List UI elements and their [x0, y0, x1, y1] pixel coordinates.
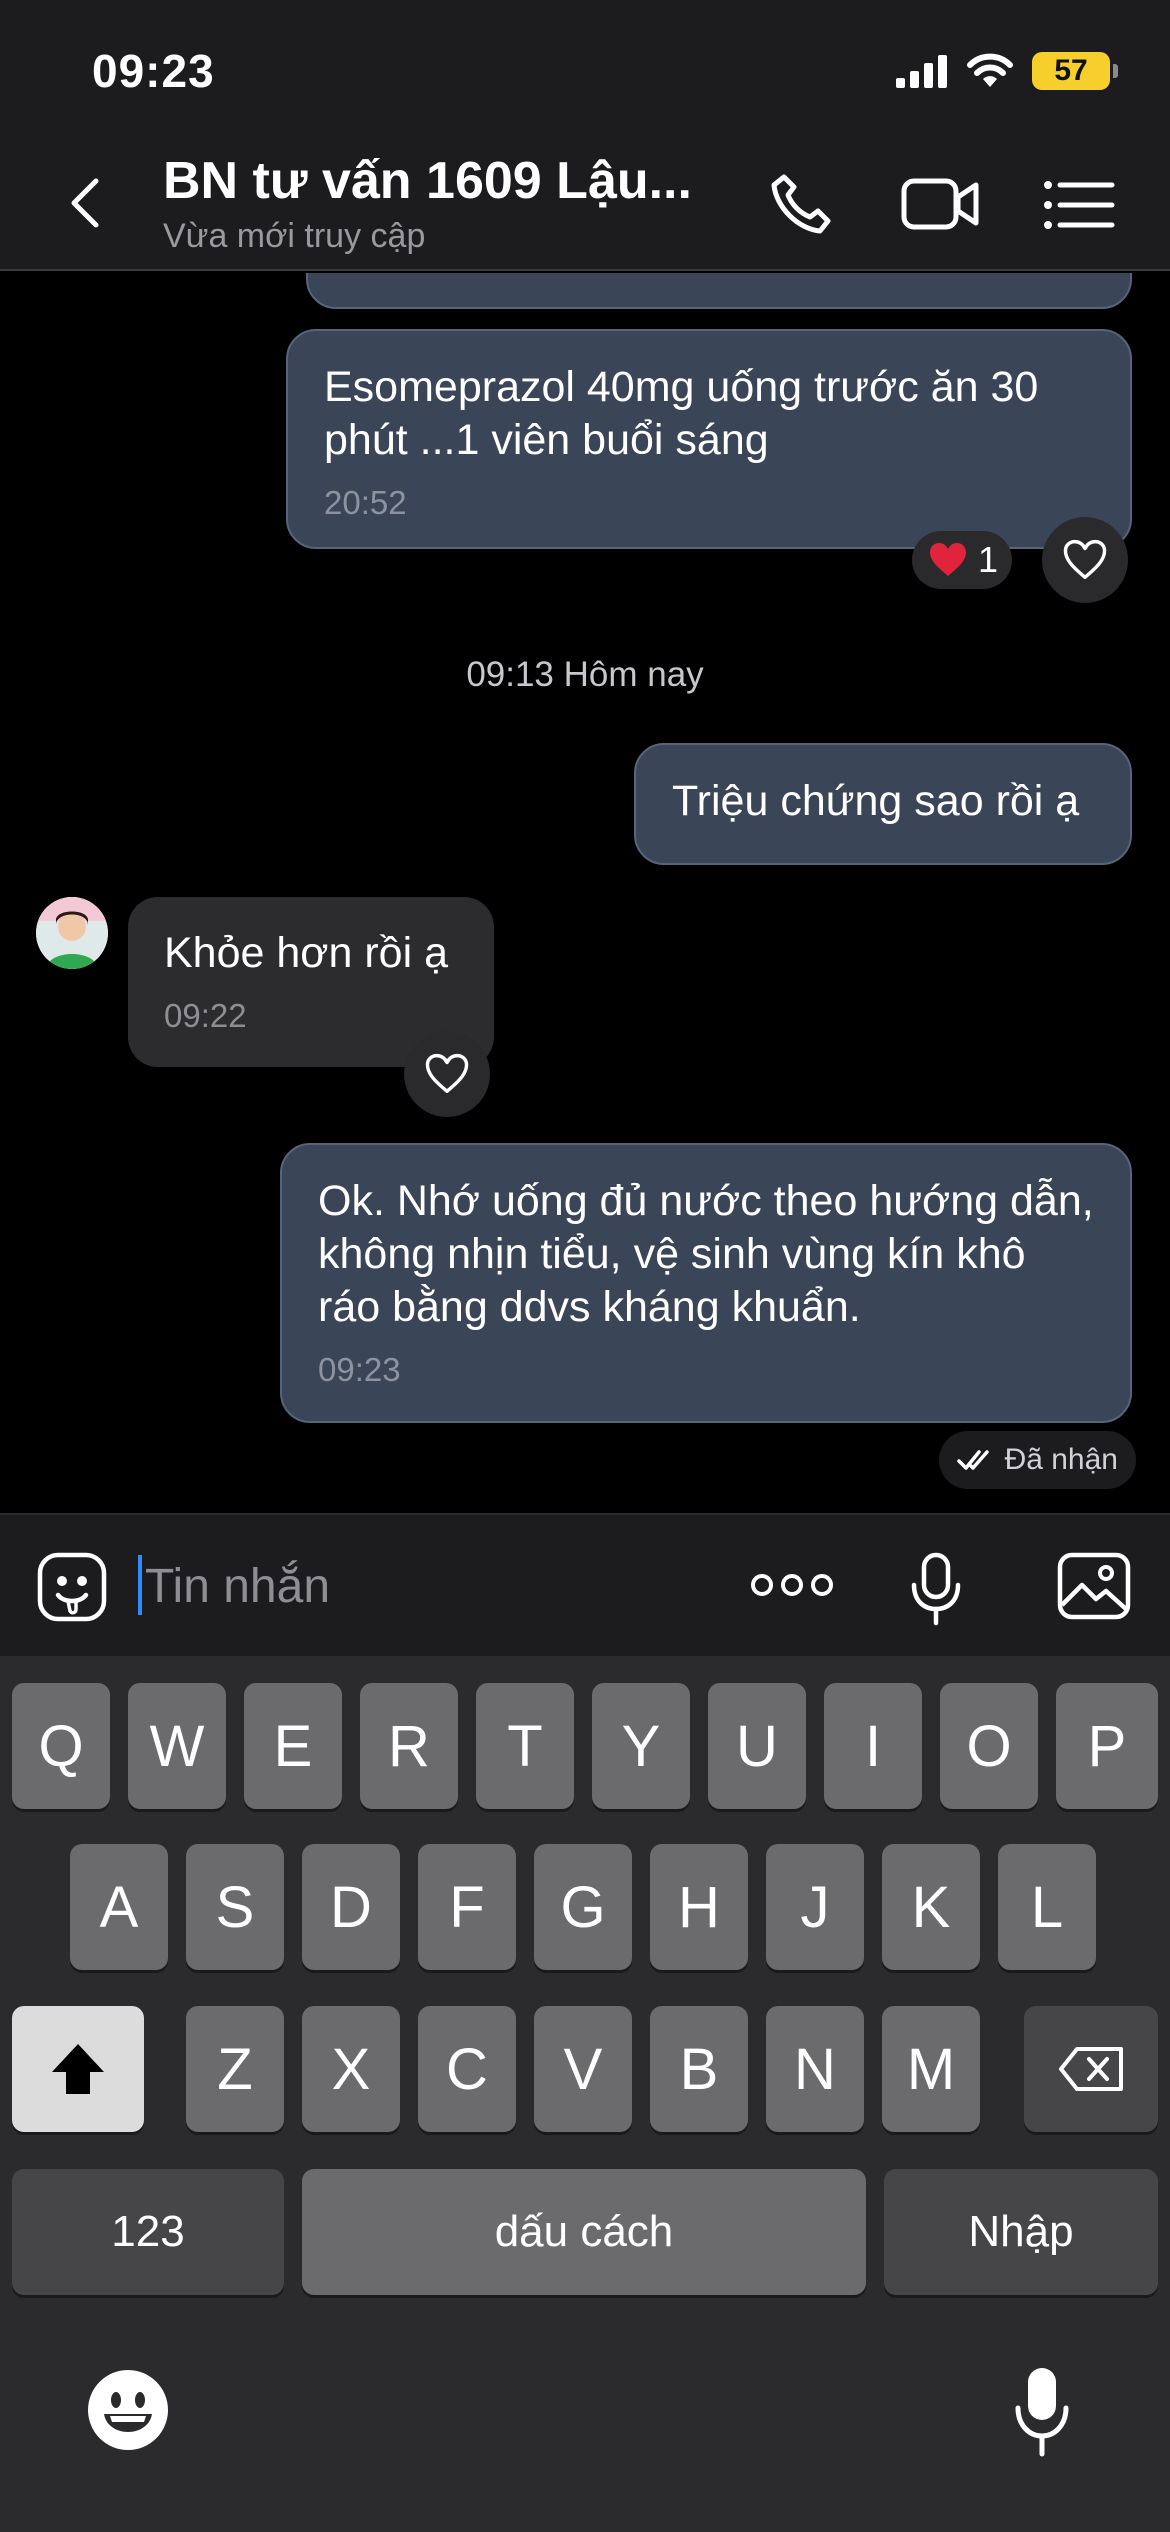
status-time: 09:23 — [92, 45, 215, 97]
message-text: Ok. Nhớ uống đủ nước theo hướng dẫn, khô… — [318, 1177, 1094, 1331]
battery-indicator: 57 — [1032, 52, 1118, 90]
key-g[interactable]: G — [534, 1844, 632, 1970]
space-key[interactable]: dấu cách — [302, 2169, 866, 2295]
key-v[interactable]: V — [534, 2006, 632, 2132]
more-options-icon[interactable] — [750, 1565, 834, 1605]
reaction-badge[interactable]: 1 — [912, 531, 1013, 589]
key-i[interactable]: I — [824, 1683, 922, 1809]
message-text: Triệu chứng sao rồi ạ — [672, 777, 1080, 825]
image-gallery-icon[interactable] — [1056, 1551, 1132, 1621]
like-button[interactable] — [404, 1031, 490, 1117]
numbers-key[interactable]: 123 — [12, 2169, 284, 2295]
message-bubble-outgoing[interactable]: Esomeprazol 40mg uống trước ăn 30 phút .… — [286, 329, 1132, 549]
back-icon[interactable] — [60, 175, 116, 231]
key-f[interactable]: F — [418, 1844, 516, 1970]
shift-key[interactable] — [12, 2006, 144, 2132]
message-input[interactable]: Tin nhắn — [145, 1559, 330, 1614]
key-s[interactable]: S — [186, 1844, 284, 1970]
emoji-keyboard-icon[interactable] — [86, 2368, 170, 2452]
heart-outline-icon — [425, 1053, 469, 1093]
heart-outline-icon — [1063, 539, 1107, 579]
key-m[interactable]: M — [882, 2006, 980, 2132]
message-text: Esomeprazol 40mg uống trước ăn 30 phút .… — [324, 363, 1039, 464]
key-r[interactable]: R — [360, 1683, 458, 1809]
backspace-icon — [1059, 2047, 1123, 2091]
chat-header: BN tư vấn 1609 Lậu... Vừa mới truy cập — [0, 135, 1170, 271]
chat-subtitle: Vừa mới truy cập — [163, 217, 426, 255]
message-bubble-outgoing[interactable]: Triệu chứng sao rồi ạ — [634, 743, 1132, 865]
message-text: Khỏe hơn rồi ạ — [164, 929, 448, 977]
phone-icon[interactable] — [762, 171, 842, 235]
key-b[interactable]: B — [650, 2006, 748, 2132]
key-p[interactable]: P — [1056, 1683, 1158, 1809]
shift-arrow-icon — [52, 2044, 104, 2094]
reaction-count: 1 — [978, 539, 999, 580]
chat-title[interactable]: BN tư vấn 1609 Lậu... — [163, 151, 703, 211]
microphone-icon[interactable] — [908, 1551, 964, 1627]
avatar-image — [36, 897, 108, 969]
date-separator: 09:13 Hôm nay — [466, 655, 704, 694]
key-o[interactable]: O — [940, 1683, 1038, 1809]
backspace-key[interactable] — [1024, 2006, 1158, 2132]
wifi-icon — [967, 53, 1013, 87]
cellular-signal-icon — [896, 55, 947, 88]
key-q[interactable]: Q — [12, 1683, 110, 1809]
chat-screen: 09:23 57 BN tư vấn 1609 Lậu... Vừa mới t… — [0, 0, 1170, 2532]
key-k[interactable]: K — [882, 1844, 980, 1970]
message-bubble-partial[interactable] — [306, 273, 1132, 309]
key-u[interactable]: U — [708, 1683, 806, 1809]
menu-list-icon[interactable] — [1040, 171, 1120, 235]
delivery-status-text: Đã nhận — [1004, 1443, 1118, 1476]
delivery-status: Đã nhận — [938, 1431, 1136, 1489]
keyboard: Q W E R T Y U I O P A S D F G H J K L Z … — [0, 1656, 1170, 2532]
key-j[interactable]: J — [766, 1844, 864, 1970]
double-check-icon — [956, 1450, 989, 1470]
key-a[interactable]: A — [70, 1844, 168, 1970]
key-l[interactable]: L — [998, 1844, 1096, 1970]
sticker-emoji-icon[interactable] — [36, 1551, 108, 1623]
key-c[interactable]: C — [418, 2006, 516, 2132]
text-caret — [138, 1555, 142, 1615]
key-t[interactable]: T — [476, 1683, 574, 1809]
key-n[interactable]: N — [766, 2006, 864, 2132]
message-time: 20:52 — [324, 484, 407, 521]
message-time: 09:23 — [318, 1351, 401, 1388]
status-bar: 09:23 57 — [0, 0, 1170, 135]
like-button[interactable] — [1042, 517, 1128, 603]
message-input-bar: Tin nhắn — [0, 1513, 1170, 1656]
key-h[interactable]: H — [650, 1844, 748, 1970]
key-x[interactable]: X — [302, 2006, 400, 2132]
dictation-microphone-icon[interactable] — [1012, 2364, 1072, 2460]
key-d[interactable]: D — [302, 1844, 400, 1970]
key-e[interactable]: E — [244, 1683, 342, 1809]
return-key[interactable]: Nhập — [884, 2169, 1158, 2295]
key-w[interactable]: W — [128, 1683, 226, 1809]
key-z[interactable]: Z — [186, 2006, 284, 2132]
video-call-icon[interactable] — [900, 171, 980, 235]
contact-avatar[interactable] — [36, 897, 108, 969]
status-icons: 57 — [896, 52, 1118, 90]
message-list[interactable]: Esomeprazol 40mg uống trước ăn 30 phút .… — [0, 273, 1170, 1513]
message-bubble-outgoing[interactable]: Ok. Nhớ uống đủ nước theo hướng dẫn, khô… — [280, 1143, 1132, 1423]
heart-reaction-icon — [930, 543, 966, 576]
key-y[interactable]: Y — [592, 1683, 690, 1809]
message-time: 09:22 — [164, 997, 247, 1034]
